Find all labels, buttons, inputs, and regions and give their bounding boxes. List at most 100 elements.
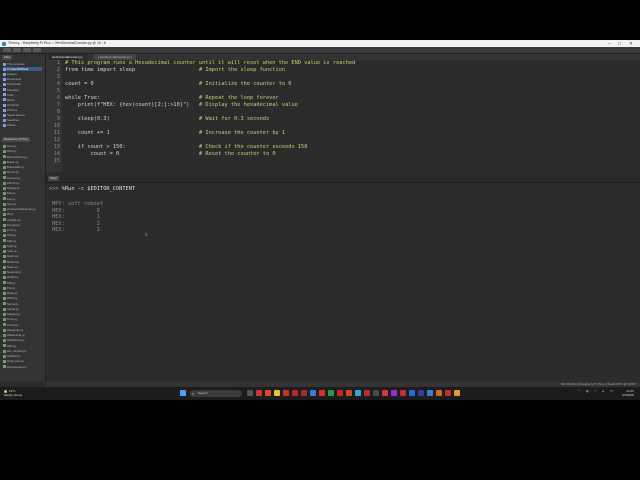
file-item[interactable]: BluetoothLed.py bbox=[3, 155, 27, 159]
file-item[interactable]: Searches bbox=[3, 118, 19, 122]
system-clock[interactable]: 14:43 2/1/2025 bbox=[622, 389, 634, 397]
app-icon-11[interactable] bbox=[355, 390, 361, 396]
file-item[interactable]: Temp.py bbox=[3, 317, 18, 321]
app-icon-20[interactable] bbox=[454, 390, 460, 396]
app-icon-12[interactable] bbox=[364, 390, 370, 396]
app-icon-16[interactable] bbox=[400, 390, 406, 396]
file-item[interactable]: Stepper.py bbox=[3, 312, 20, 316]
file-item[interactable]: LDR.py bbox=[3, 233, 16, 237]
file-item[interactable]: IR.py bbox=[3, 212, 14, 216]
file-item[interactable]: PIR.py bbox=[3, 281, 15, 285]
file-item[interactable]: Light.py bbox=[3, 244, 17, 248]
file-item[interactable]: WiFi.py bbox=[3, 344, 16, 348]
app-icon-9[interactable] bbox=[337, 390, 343, 396]
tray-volume-icon[interactable]: ◂ bbox=[602, 389, 604, 393]
file-item[interactable]: wifi_connect.py bbox=[3, 349, 26, 353]
file-item[interactable]: Pictures bbox=[3, 108, 17, 112]
file-item[interactable]: Ultrasonic.py bbox=[3, 328, 23, 332]
app-icon-18[interactable] bbox=[436, 390, 442, 396]
minimize-button[interactable]: – bbox=[608, 40, 611, 47]
file-item[interactable]: Display.py bbox=[3, 186, 20, 190]
close-button[interactable]: ✕ bbox=[629, 40, 633, 47]
app-icon-2[interactable] bbox=[265, 390, 271, 396]
toolbar-save-icon[interactable] bbox=[23, 48, 31, 52]
file-item[interactable]: blink.py bbox=[3, 149, 16, 153]
file-item[interactable]: Matrix.py bbox=[3, 254, 18, 258]
file-item[interactable]: LCD.py bbox=[3, 228, 16, 232]
code-editor[interactable]: 1 # This program runs a Hexadecimal count… bbox=[46, 60, 640, 172]
app-icon-4[interactable] bbox=[292, 390, 298, 396]
file-item[interactable]: RFID.py bbox=[3, 296, 17, 300]
file-item[interactable]: Arduino bbox=[3, 72, 17, 76]
shell-console[interactable]: >>> %Run -c $EDITOR_CONTENT MPY: soft re… bbox=[46, 182, 640, 383]
file-item[interactable]: Touch.py bbox=[3, 323, 18, 327]
app-icon-15[interactable] bbox=[391, 390, 397, 396]
file-item[interactable]: Servo.py bbox=[3, 302, 18, 306]
file-item[interactable]: Documents bbox=[3, 77, 21, 81]
toolbar-new-icon[interactable] bbox=[3, 48, 11, 52]
file-item[interactable]: Downloads bbox=[3, 82, 21, 86]
file-item[interactable]: Gas.py bbox=[3, 202, 16, 206]
file-item[interactable]: LED.py bbox=[3, 239, 16, 243]
app-icon-17[interactable] bbox=[418, 390, 424, 396]
thonny-taskbar-icon[interactable] bbox=[427, 390, 433, 396]
tray-battery-icon[interactable]: ▭ bbox=[610, 389, 613, 393]
file-item[interactable]: WaterLevel.py bbox=[3, 333, 25, 337]
file-item[interactable]: Videos bbox=[3, 123, 16, 127]
file-item[interactable]: Neopixel.py bbox=[3, 270, 22, 274]
file-item[interactable]: ws2812.py bbox=[3, 354, 20, 358]
app-icon-19[interactable] bbox=[445, 390, 451, 396]
taskbar-search-input[interactable]: ⌕ Search bbox=[190, 390, 242, 397]
file-item[interactable]: Favorites bbox=[3, 88, 19, 92]
file-item[interactable]: Music bbox=[3, 98, 14, 102]
app-icon-3[interactable] bbox=[283, 390, 289, 396]
file-item[interactable]: Fan.py bbox=[3, 197, 16, 201]
file-item[interactable]: OneDrive bbox=[3, 103, 19, 107]
tray-chevron-icon[interactable]: ⌃ bbox=[578, 389, 581, 393]
app-icon-14[interactable] bbox=[382, 390, 388, 396]
file-item[interactable]: This computer bbox=[3, 62, 25, 66]
file-item[interactable]: Counter.py bbox=[3, 176, 21, 180]
file-item[interactable]: ZeroCounter.py bbox=[3, 365, 26, 369]
file-item[interactable]: main.py bbox=[3, 249, 17, 253]
file-item[interactable]: Saved Games bbox=[3, 113, 25, 117]
vscode-icon[interactable] bbox=[409, 390, 415, 396]
file-item[interactable]: Motion.py bbox=[3, 260, 19, 264]
file-item[interactable]: Button.py bbox=[3, 160, 19, 164]
windows-start-icon[interactable] bbox=[180, 390, 186, 396]
app-icon-13[interactable] bbox=[373, 390, 379, 396]
python-file-icon bbox=[3, 176, 6, 180]
weather-widget[interactable]: 19°C Mostly cloudy bbox=[4, 389, 22, 397]
app-icon-5[interactable] bbox=[301, 390, 307, 396]
task-view-icon[interactable] bbox=[247, 390, 253, 396]
app-icon-7[interactable] bbox=[319, 390, 325, 396]
file-explorer-icon[interactable] bbox=[274, 390, 280, 396]
file-item[interactable]: buzzer.py bbox=[3, 170, 19, 174]
file-item[interactable]: Dist.py bbox=[3, 191, 16, 195]
file-item[interactable]: OLED.py bbox=[3, 275, 18, 279]
file-item[interactable]: Motor.py bbox=[3, 265, 18, 269]
file-item[interactable]: HexDecimalCounter.py bbox=[3, 207, 36, 211]
file-item[interactable]: xmas_tree.py bbox=[3, 359, 24, 363]
toolbar-run-icon[interactable] bbox=[33, 48, 41, 52]
app-icon-8[interactable] bbox=[328, 390, 334, 396]
maximize-button[interactable]: □ bbox=[618, 40, 621, 47]
file-item[interactable]: DHT11.py bbox=[3, 181, 19, 185]
tray-network-icon[interactable]: ◍ bbox=[586, 389, 589, 393]
tray-wifi-icon[interactable]: ◠ bbox=[594, 389, 597, 393]
file-item[interactable]: C:\Users\Pi\Desk bbox=[3, 67, 42, 72]
file-item[interactable]: Joystick.py bbox=[3, 218, 21, 222]
file-item[interactable]: Sound.py bbox=[3, 307, 19, 311]
app-icon-1[interactable] bbox=[256, 390, 262, 396]
app-icon-10[interactable] bbox=[346, 390, 352, 396]
file-item[interactable]: WebServer.py bbox=[3, 338, 25, 342]
file-item[interactable]: ButtonLED.py bbox=[3, 165, 24, 169]
toolbar-open-icon[interactable] bbox=[13, 48, 21, 52]
file-item[interactable]: Keypad.py bbox=[3, 223, 20, 227]
line-number: 2 bbox=[56, 67, 60, 73]
file-item[interactable]: Relay.py bbox=[3, 291, 18, 295]
file-item[interactable]: Pot.py bbox=[3, 286, 15, 290]
file-item[interactable]: boot.py bbox=[3, 144, 16, 148]
app-icon-6[interactable] bbox=[310, 390, 316, 396]
file-item[interactable]: Links bbox=[3, 93, 14, 97]
